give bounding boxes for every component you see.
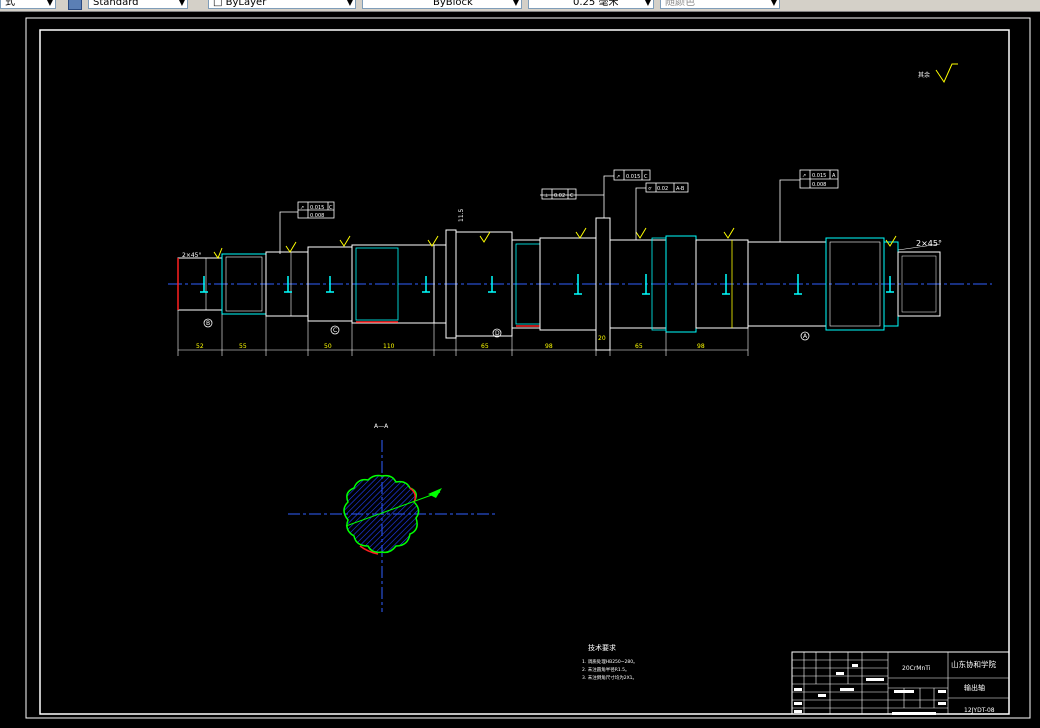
lineweight-value: 0.25 毫米 (573, 0, 619, 8)
shaft-main-view: B C D A 2×45° 2×45° 11.5 ↗ 0.015 C 0.008… (168, 169, 992, 356)
partial-dropdown-value: 式 (5, 0, 15, 8)
tol-frame-4-ref: A-B (676, 186, 685, 192)
tol-frame-2-ref: C (644, 174, 648, 180)
dim-9: 98 (697, 343, 705, 350)
datum-label-3: D (495, 330, 500, 337)
text-style-value: Standard (93, 0, 139, 8)
tech-line-3: 3. 未注倒角尺寸均为2X1。 (582, 674, 637, 681)
tol-frame-3-val2: 0.008 (812, 182, 826, 188)
tol-frame-3-ref: A (832, 173, 836, 179)
material-text: 20CrMnTi (902, 665, 931, 672)
tol-frame-4-val: 0.02 (657, 186, 668, 192)
layer-dropdown[interactable]: □ ByLayer ▼ (208, 0, 356, 9)
dim-1: 52 (196, 343, 204, 350)
tol-frame-2-val: 0.015 (626, 174, 640, 180)
roughness-marks (213, 227, 897, 260)
chevron-down-icon: ▼ (178, 0, 185, 7)
tol-frame-5-val: 0.02 (554, 193, 565, 199)
chamfer-left: 2×45° (182, 252, 201, 259)
lineweight-dropdown[interactable]: 0.25 毫米 ▼ (528, 0, 654, 9)
tol-frame-1-ref: C (329, 205, 333, 211)
partial-dropdown[interactable]: 式 ▼ (0, 0, 56, 9)
tol-frame-3-sym: ↗ (802, 173, 806, 179)
tol-frame-5-ref: C (570, 193, 574, 199)
chevron-down-icon: ▼ (512, 0, 519, 7)
roughness-note: 其余 (918, 71, 930, 79)
chevron-down-icon: ▼ (770, 0, 777, 7)
dim-4: 110 (383, 343, 395, 350)
tech-line-1: 1. 调质处理HB250~280。 (582, 658, 638, 665)
datum-label-2: C (333, 327, 337, 334)
text-style-icon (68, 0, 82, 10)
tech-requirements: 技术要求 1. 调质处理HB250~280。 2. 未注圆角半径R1.5。 3.… (582, 643, 638, 681)
datum-label-1: B (206, 320, 210, 327)
section-label: A—A (374, 423, 389, 430)
plotstyle-dropdown[interactable]: 随颜色 ▼ (660, 0, 780, 9)
roughness-icon (935, 63, 958, 84)
text-style-dropdown[interactable]: Standard ▼ (88, 0, 188, 9)
layer-value: ByLayer (225, 0, 267, 8)
dim-7: 20 (598, 335, 606, 342)
tol-frame-1-val2: 0.008 (310, 213, 324, 219)
school-text: 山东协和学院 (951, 659, 996, 669)
chevron-down-icon: ▼ (346, 0, 353, 7)
small-dimension: 11.5 (458, 208, 465, 222)
chevron-down-icon: ▼ (46, 0, 53, 7)
dim-2: 55 (239, 343, 247, 350)
dim-6: 98 (545, 343, 553, 350)
dim-3: 50 (324, 343, 332, 350)
plotstyle-value: 随颜色 (665, 0, 695, 8)
part-name-text: 输出轴 (964, 683, 985, 692)
drawing-number-text: 12JYDT-08 (964, 707, 995, 714)
tol-frame-1-val: 0.015 (310, 205, 324, 211)
color-swatch-icon: □ (213, 0, 226, 8)
tol-frame-5-sym: ⊥ (544, 193, 548, 199)
tech-title: 技术要求 (588, 643, 616, 652)
chevron-down-icon: ▼ (644, 0, 651, 7)
tol-frame-2-sym: ↗ (616, 174, 620, 180)
sheet-border (25, 17, 1031, 719)
drawing-frame (39, 29, 1010, 715)
dim-8: 65 (635, 343, 643, 350)
linetype-dropdown[interactable]: ByBlock ▼ (362, 0, 522, 9)
tol-frame-4-sym: ⌭ (648, 186, 652, 192)
title-block: 20CrMnTi 山东协和学院 输出轴 12JYDT-08 (791, 651, 1010, 715)
properties-toolbar: 式 ▼ Standard ▼ □ ByLayer ▼ ByBlock ▼ 0.2… (0, 0, 1040, 12)
tol-frame-3-val: 0.015 (812, 173, 826, 179)
section-view: A—A (288, 423, 498, 612)
dim-5: 65 (481, 343, 489, 350)
linetype-value: ByBlock (433, 0, 473, 8)
tech-line-2: 2. 未注圆角半径R1.5。 (582, 666, 630, 673)
tol-frame-1-sym: ↗ (300, 205, 304, 211)
drawing-canvas[interactable]: 其余 B C D A 2×45° 2×45° 11.5 ↗ 0.015 C 0.… (0, 12, 1040, 728)
